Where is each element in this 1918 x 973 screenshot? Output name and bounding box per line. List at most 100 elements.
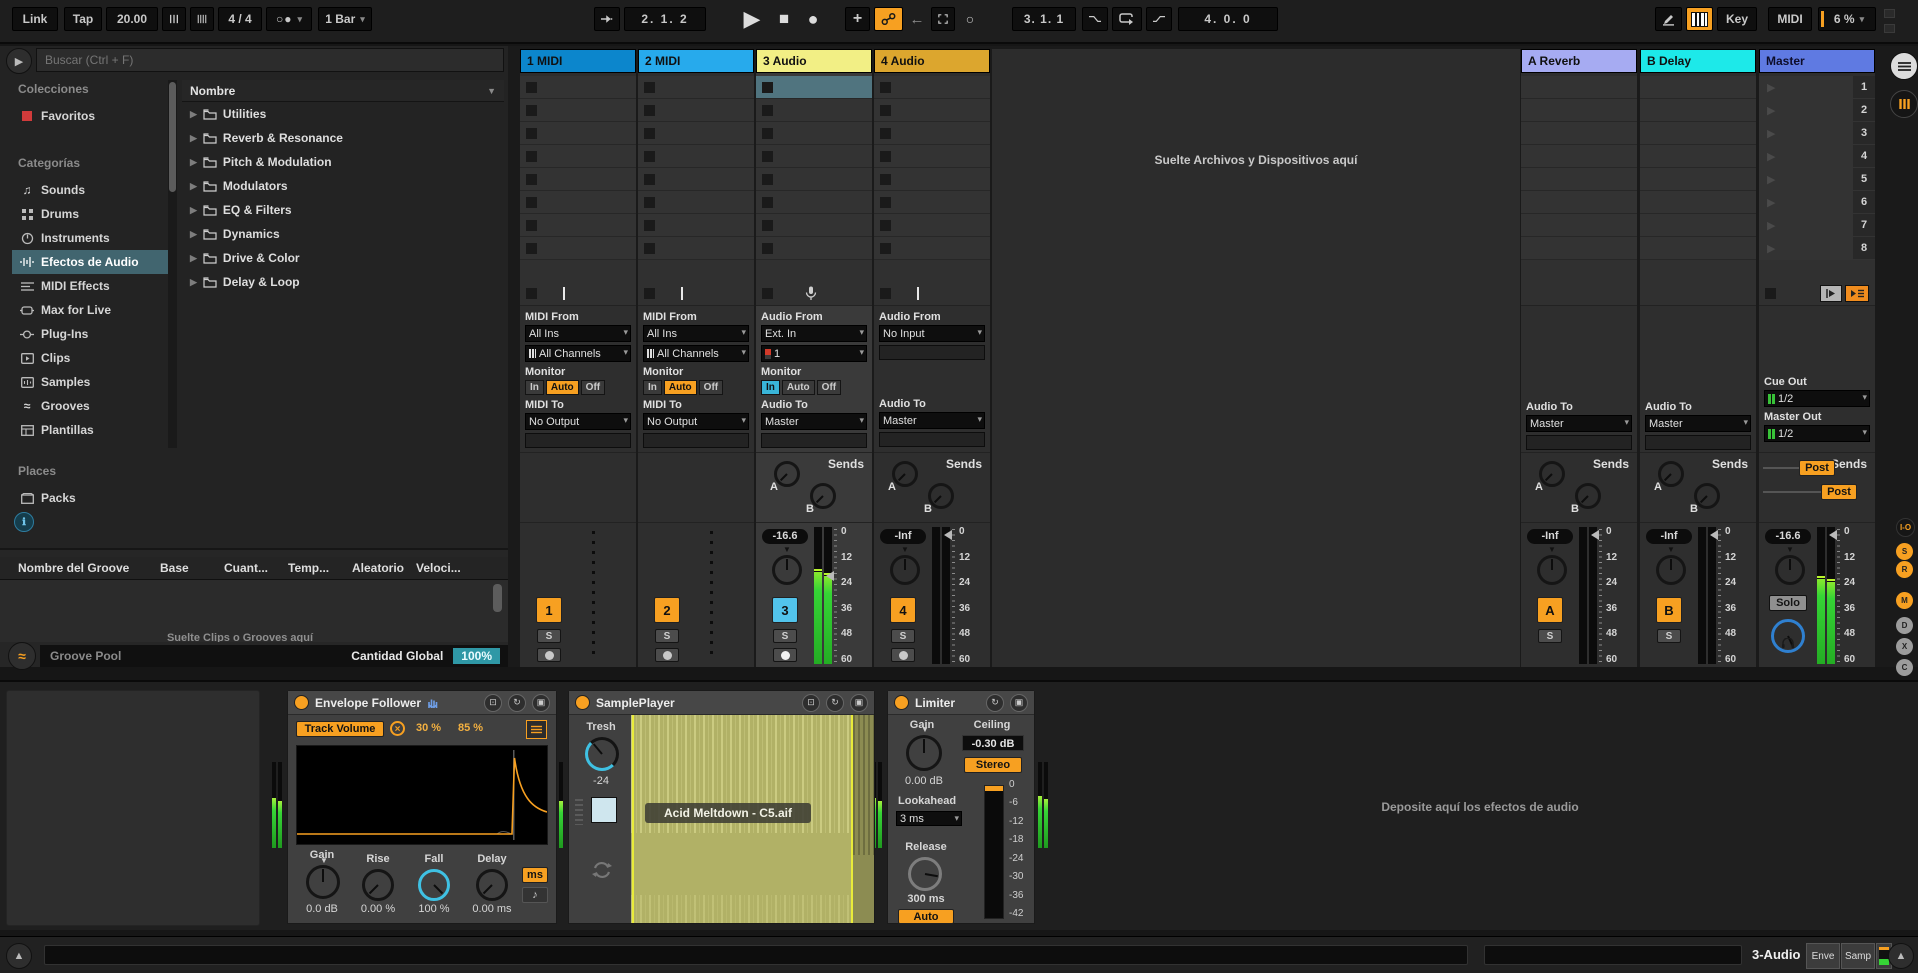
pan-knob[interactable] bbox=[1775, 555, 1805, 585]
key-map-button[interactable]: Key bbox=[1717, 7, 1757, 31]
track-stop-row[interactable] bbox=[638, 282, 754, 306]
arm-button-armed[interactable] bbox=[773, 648, 797, 662]
quantization-menu[interactable]: 1 Bar▾ bbox=[318, 7, 372, 31]
tap-tempo-button[interactable]: Tap bbox=[64, 7, 102, 31]
volume-fader-handle[interactable] bbox=[944, 530, 952, 540]
stop-button[interactable]: ■ bbox=[772, 4, 796, 34]
clip-slot[interactable] bbox=[756, 145, 872, 168]
list-item-folder[interactable]: ▶Delay & Loop bbox=[182, 270, 504, 294]
new-midi-clip-button[interactable]: + bbox=[845, 7, 870, 31]
clip-slot[interactable] bbox=[520, 237, 636, 260]
sidebar-item-efectos-de-audio[interactable]: Efectos de Audio bbox=[12, 250, 168, 274]
scene-slot[interactable]: ▶3 bbox=[1759, 122, 1875, 146]
stop-all-clips-button[interactable] bbox=[762, 288, 773, 299]
track-activator-button[interactable]: 3 bbox=[772, 597, 798, 623]
clip-slot[interactable] bbox=[874, 191, 990, 214]
sidebar-item-samples[interactable]: Samples bbox=[12, 370, 168, 394]
clip-slot[interactable] bbox=[756, 214, 872, 237]
clip-slot[interactable] bbox=[638, 122, 754, 145]
return-activator-button[interactable]: B bbox=[1656, 597, 1682, 623]
save-preset-icon[interactable]: ▣ bbox=[1010, 694, 1028, 712]
show-presets-icon[interactable]: ⊡ bbox=[802, 694, 820, 712]
scene-slot[interactable]: ▶8 bbox=[1759, 237, 1875, 261]
input-channel-chooser[interactable]: All Channels bbox=[643, 345, 749, 362]
sidebar-item-packs[interactable]: Packs bbox=[12, 486, 168, 510]
monitor-auto-button[interactable]: Auto bbox=[546, 380, 579, 395]
groove-pool-toggle-icon[interactable]: ≈ bbox=[8, 642, 36, 670]
solo-button[interactable]: S bbox=[1538, 629, 1562, 643]
nudge-down-icon[interactable] bbox=[162, 7, 186, 31]
device-activator[interactable] bbox=[894, 695, 909, 710]
sidebar-item-grooves[interactable]: ≈Grooves bbox=[12, 394, 168, 418]
drag-handle-dots[interactable] bbox=[575, 799, 583, 825]
device-activator[interactable] bbox=[575, 695, 590, 710]
scene-slot[interactable]: ▶1 bbox=[1759, 76, 1875, 100]
track-stop-row[interactable] bbox=[874, 282, 990, 306]
list-sort-icon[interactable]: ▼ bbox=[487, 86, 496, 96]
clip-slot[interactable] bbox=[874, 237, 990, 260]
show-presets-icon[interactable]: ⊡ bbox=[484, 694, 502, 712]
arrangement-record-button[interactable]: ● bbox=[800, 4, 826, 34]
play-button[interactable]: ▶ bbox=[738, 4, 766, 34]
pan-knob[interactable] bbox=[1656, 555, 1686, 585]
solo-button[interactable]: S bbox=[655, 629, 679, 643]
computer-midi-keyboard-button[interactable] bbox=[1686, 7, 1713, 31]
list-item-folder[interactable]: ▶Pitch & Modulation bbox=[182, 150, 504, 174]
clip-slot[interactable] bbox=[638, 237, 754, 260]
metronome-button[interactable]: ○●▾ bbox=[266, 7, 312, 31]
show-mixer-toggle[interactable]: M bbox=[1896, 592, 1913, 609]
stop-all-clips-button[interactable] bbox=[1765, 288, 1776, 299]
session-record-button[interactable] bbox=[874, 7, 903, 31]
clip-slot[interactable] bbox=[638, 191, 754, 214]
solo-button[interactable]: S bbox=[1657, 629, 1681, 643]
cue-volume-knob[interactable] bbox=[1771, 619, 1805, 653]
hot-swap-icon[interactable]: ↻ bbox=[826, 694, 844, 712]
cue-out-chooser[interactable]: 1/2 bbox=[1764, 390, 1870, 407]
unmap-icon[interactable]: × bbox=[390, 721, 405, 736]
track-activator-button[interactable]: 1 bbox=[536, 597, 562, 623]
peak-level-display[interactable]: -16.6 bbox=[1765, 529, 1811, 544]
envelope-display[interactable] bbox=[296, 745, 548, 845]
scene-slot[interactable]: ▶5 bbox=[1759, 168, 1875, 192]
link-button[interactable]: Link bbox=[12, 7, 58, 31]
track-title[interactable]: 4 Audio bbox=[874, 49, 990, 73]
clip-slot[interactable] bbox=[756, 168, 872, 191]
track-title[interactable]: 2 MIDI bbox=[638, 49, 754, 73]
monitor-in-button[interactable]: In bbox=[525, 380, 544, 395]
clip-slot[interactable] bbox=[638, 168, 754, 191]
clip-slot[interactable] bbox=[756, 237, 872, 260]
loop-length-field[interactable]: 4. 0. 0 bbox=[1178, 7, 1278, 31]
level-meter[interactable]: 012 2436 4860 bbox=[1579, 527, 1633, 664]
clip-slot-selected[interactable] bbox=[756, 76, 872, 99]
waveform-display[interactable]: Acid Meltdown - C5.aif bbox=[631, 715, 874, 923]
lookahead-chooser[interactable]: 3 ms bbox=[896, 811, 962, 826]
sidebar-item-plug-ins[interactable]: Plug-Ins bbox=[12, 322, 168, 346]
map-list-icon[interactable] bbox=[526, 720, 547, 739]
loop-button[interactable] bbox=[1112, 7, 1142, 31]
trigger-pad[interactable] bbox=[591, 797, 617, 823]
clip-stop-icon[interactable] bbox=[526, 82, 537, 93]
release-knob[interactable] bbox=[908, 857, 942, 891]
clip-slot[interactable] bbox=[520, 76, 636, 99]
clip-slot[interactable] bbox=[874, 145, 990, 168]
output-type-chooser[interactable]: No Output bbox=[525, 413, 631, 430]
show-io-toggle[interactable]: I-O bbox=[1896, 518, 1915, 537]
draw-mode-button[interactable] bbox=[931, 7, 955, 31]
input-channel-chooser[interactable]: 1 bbox=[761, 345, 867, 362]
draw-pencil-button[interactable] bbox=[1655, 7, 1682, 31]
sidebar-item-drums[interactable]: Drums bbox=[12, 202, 168, 226]
return-activator-button[interactable]: A bbox=[1537, 597, 1563, 623]
list-item-folder[interactable]: ▶Reverb & Resonance bbox=[182, 126, 504, 150]
device-header[interactable]: Limiter ↻ ▣ bbox=[888, 691, 1034, 715]
sidebar-item-midi-effects[interactable]: MIDI Effects bbox=[12, 274, 168, 298]
hot-swap-icon[interactable]: ↻ bbox=[508, 694, 526, 712]
master-title[interactable]: Master bbox=[1759, 49, 1875, 73]
clip-slot[interactable] bbox=[520, 214, 636, 237]
thresh-knob[interactable] bbox=[585, 737, 619, 771]
sidebar-item-sounds[interactable]: ♫Sounds bbox=[12, 178, 168, 202]
show-performance-toggle[interactable]: C bbox=[1896, 659, 1913, 676]
input-channel-chooser[interactable]: All Channels bbox=[525, 345, 631, 362]
clip-slot[interactable] bbox=[638, 214, 754, 237]
info-view-toggle[interactable]: ℹ bbox=[14, 512, 34, 532]
global-amount-value[interactable]: 100% bbox=[453, 648, 500, 664]
